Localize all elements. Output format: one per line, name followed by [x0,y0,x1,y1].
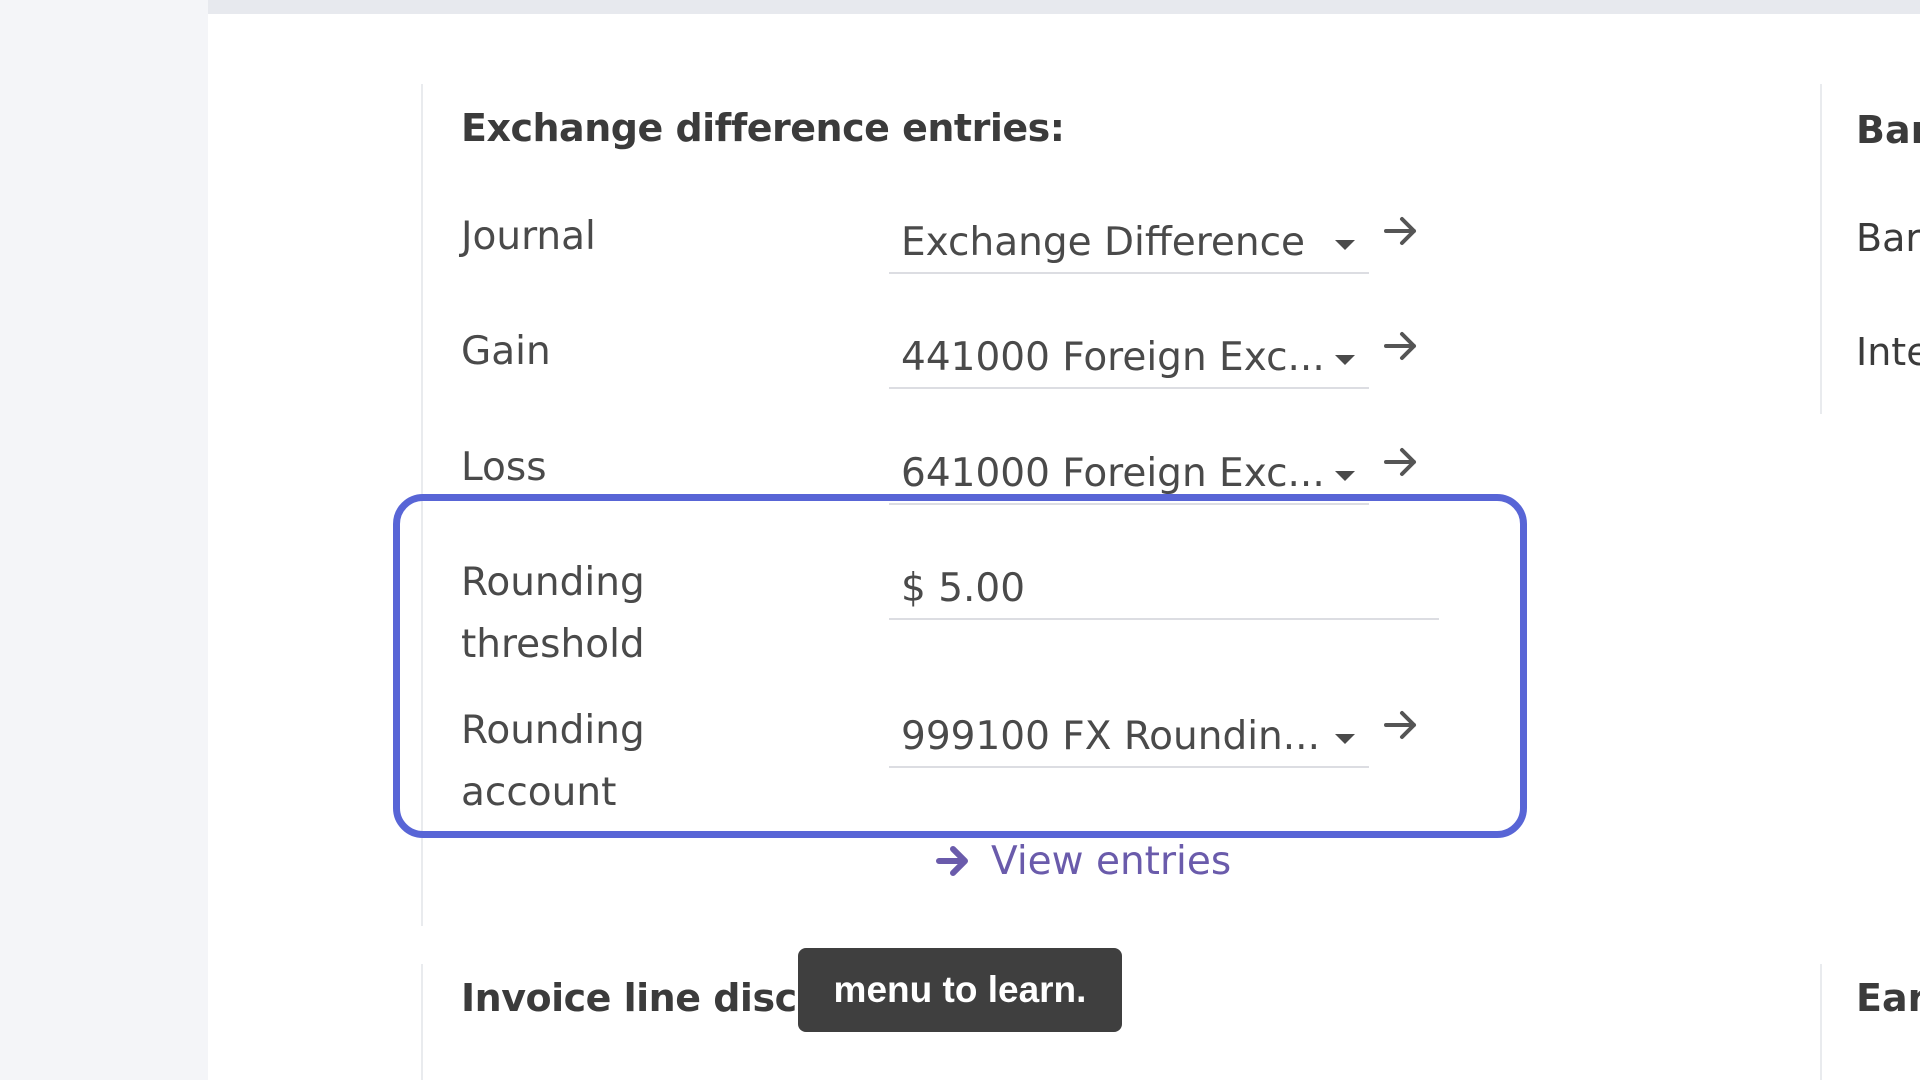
gain-open-link-icon[interactable] [1382,328,1422,364]
view-entries-link[interactable]: View entries [935,835,1231,887]
arrow-right-icon [936,846,968,876]
loss-value: 641000 Foreign Exc... [901,451,1325,496]
right-column-row1: Bar [1856,216,1920,260]
journal-open-link-icon[interactable] [1382,213,1422,249]
journal-select[interactable]: Exchange Difference [889,212,1369,274]
left-gutter [0,0,208,1080]
caret-down-icon[interactable] [1335,240,1355,250]
right-column-rule-lower [1820,964,1822,1080]
gain-label: Gain [461,329,551,374]
caret-down-icon[interactable] [1335,355,1355,365]
gain-value: 441000 Foreign Exc... [901,335,1325,380]
invoice-line-discount-title: Invoice line discou [461,976,849,1020]
right-column-lower-heading: Ear [1856,976,1920,1020]
loss-open-link-icon[interactable] [1382,444,1422,480]
right-column-row2: Inte [1856,330,1920,374]
top-strip [208,0,1920,14]
loss-label: Loss [461,445,547,490]
journal-label: Journal [461,214,596,259]
rounding-fields-highlight [393,494,1527,838]
right-column-rule [1820,84,1822,414]
view-entries-label: View entries [991,838,1232,884]
caption-tooltip: menu to learn. [798,948,1122,1032]
journal-value: Exchange Difference [901,220,1306,265]
section-title: Exchange difference entries: [461,106,1065,150]
gain-account-select[interactable]: 441000 Foreign Exc... [889,327,1369,389]
caret-down-icon[interactable] [1335,471,1355,481]
right-column-heading: Bar [1856,108,1920,152]
left-column-rule-lower [421,964,423,1080]
